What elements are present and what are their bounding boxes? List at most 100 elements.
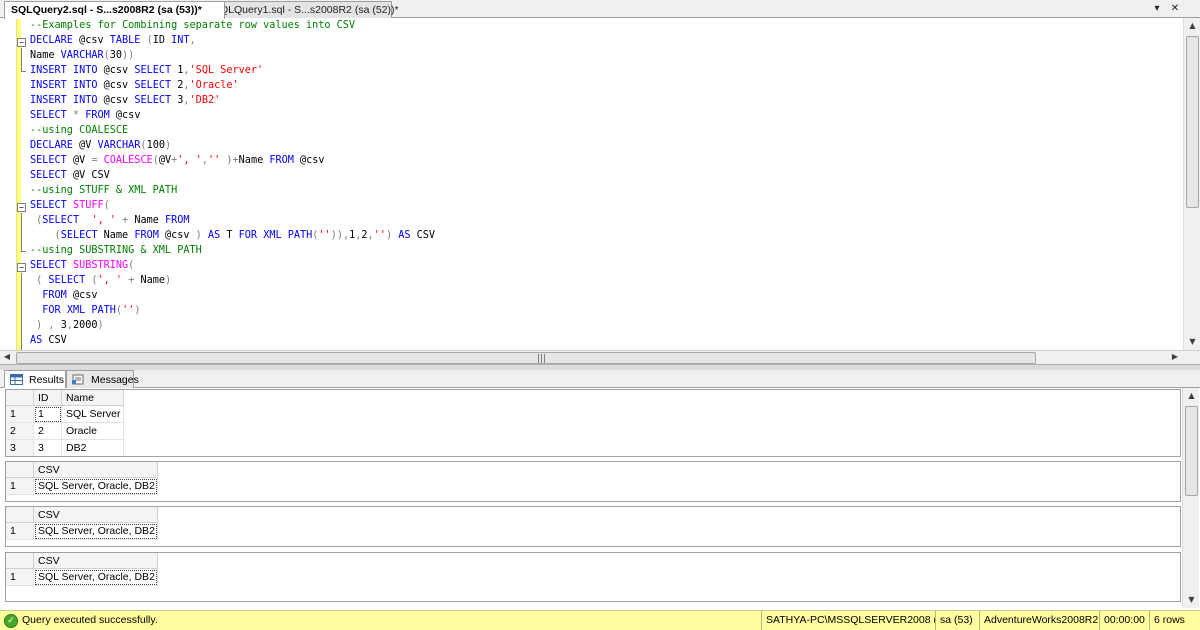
- close-tab-icon[interactable]: ✕: [1168, 2, 1182, 16]
- code-token: 2000: [72, 320, 98, 331]
- code-token: --Examples for Combining separate row va…: [30, 20, 356, 31]
- cell-name[interactable]: DB2: [62, 440, 124, 456]
- code-line[interactable]: DECLARE @V VARCHAR(100): [30, 138, 1180, 153]
- code-line[interactable]: INSERT INTO @csv SELECT 2,'Oracle': [30, 78, 1180, 93]
- code-line[interactable]: --using COALESCE: [30, 123, 1180, 138]
- code-line[interactable]: --Examples for Combining separate row va…: [30, 18, 1180, 33]
- row-number[interactable]: 1: [6, 406, 34, 423]
- code-token: Name: [238, 155, 270, 166]
- code-token: AS: [207, 230, 221, 241]
- code-line[interactable]: FOR XML PATH(''): [30, 303, 1180, 318]
- messages-icon: [72, 374, 84, 385]
- results-grid-icon: [10, 374, 23, 385]
- tab-sqlquery2[interactable]: SQLQuery2.sql - S...s2008R2 (sa (53))*: [4, 1, 225, 19]
- row-number[interactable]: 3: [6, 440, 34, 456]
- code-token: ): [134, 305, 141, 316]
- row-number[interactable]: 1: [6, 569, 34, 586]
- code-line[interactable]: SELECT @V = COALESCE(@V+', ','' )+Name F…: [30, 153, 1180, 168]
- scroll-right-icon[interactable]: ▶: [1168, 350, 1182, 364]
- results-grid-2[interactable]: CSV 1 SQL Server, Oracle, DB2: [5, 461, 1181, 502]
- code-line[interactable]: Name VARCHAR(30)): [30, 48, 1180, 63]
- code-line[interactable]: ) , 3,2000): [30, 318, 1180, 333]
- code-line[interactable]: AS CSV: [30, 333, 1180, 348]
- scroll-down-icon[interactable]: ▼: [1183, 592, 1200, 608]
- cell-name[interactable]: SQL Server: [62, 406, 124, 423]
- scroll-down-icon[interactable]: ▼: [1184, 334, 1200, 350]
- cell-csv[interactable]: SQL Server, Oracle, DB2: [34, 478, 158, 495]
- code-token: @V: [158, 155, 172, 166]
- code-line[interactable]: DECLARE @csv TABLE (ID INT,: [30, 33, 1180, 48]
- column-header-id[interactable]: ID: [34, 390, 62, 406]
- results-vertical-scrollbar[interactable]: ▲ ▼: [1182, 388, 1199, 608]
- code-line[interactable]: ( SELECT (', ' + Name): [30, 273, 1180, 288]
- collapse-icon[interactable]: −: [17, 38, 26, 47]
- code-token: ): [164, 140, 172, 151]
- results-grid-1[interactable]: ID Name 1 1 SQL Server 2 2 Oracle 3 3 DB…: [5, 389, 1181, 457]
- code-line[interactable]: INSERT INTO @csv SELECT 1,'SQL Server': [30, 63, 1180, 78]
- cell-id[interactable]: 1: [34, 406, 62, 423]
- code-line[interactable]: --using SUBSTRING & XML PATH: [30, 243, 1180, 258]
- grid-corner: [6, 462, 34, 478]
- code-line[interactable]: SELECT STUFF(: [30, 198, 1180, 213]
- tab-sqlquery2-label: SQLQuery2.sql - S...s2008R2 (sa (53))*: [11, 4, 202, 16]
- cell-id[interactable]: 2: [34, 423, 62, 440]
- code-token: Name: [134, 275, 166, 286]
- code-token: Name: [97, 230, 135, 241]
- scroll-left-icon[interactable]: ◀: [0, 350, 14, 364]
- results-grid-3[interactable]: CSV 1 SQL Server, Oracle, DB2: [5, 506, 1181, 547]
- row-number[interactable]: 2: [6, 423, 34, 440]
- cell-name[interactable]: Oracle: [62, 423, 124, 440]
- editor-horizontal-scroll-thumb[interactable]: |||: [16, 352, 1036, 364]
- fold-line: [21, 213, 22, 251]
- code-token: ): [97, 320, 104, 331]
- code-token: ,: [189, 35, 196, 46]
- code-token: 3: [171, 95, 184, 106]
- editor-vertical-scrollbar[interactable]: ▲ ▼: [1183, 18, 1200, 350]
- code-token: T: [220, 230, 239, 241]
- code-token: @csv: [97, 95, 135, 106]
- code-line[interactable]: --using STUFF & XML PATH: [30, 183, 1180, 198]
- query-editor[interactable]: − − − --Examples for Combining separate …: [0, 18, 1200, 350]
- editor-vertical-scroll-thumb[interactable]: [1186, 36, 1199, 208]
- code-line[interactable]: FROM @csv: [30, 288, 1180, 303]
- tab-messages[interactable]: Messages: [66, 370, 139, 388]
- column-header-csv[interactable]: CSV: [34, 462, 158, 478]
- code-token: ): [220, 155, 233, 166]
- code-token: INTO: [72, 65, 98, 76]
- collapse-icon[interactable]: −: [17, 203, 26, 212]
- scroll-up-icon[interactable]: ▲: [1183, 388, 1200, 404]
- code-line[interactable]: (SELECT Name FROM @csv ) AS T FOR XML PA…: [30, 228, 1180, 243]
- tab-results[interactable]: Results: [4, 370, 66, 388]
- column-header-csv[interactable]: CSV: [34, 507, 158, 523]
- cell-csv[interactable]: SQL Server, Oracle, DB2: [34, 523, 158, 540]
- grid-corner: [6, 390, 34, 406]
- cell-id[interactable]: 3: [34, 440, 62, 456]
- cell-csv[interactable]: SQL Server, Oracle, DB2: [34, 569, 158, 586]
- code-token: '': [373, 230, 386, 241]
- code-token: VARCHAR: [97, 140, 141, 151]
- code-line[interactable]: SELECT @V CSV: [30, 168, 1180, 183]
- code-token: @csv: [109, 110, 141, 121]
- row-number[interactable]: 1: [6, 478, 34, 495]
- code-line[interactable]: SELECT SUBSTRING(: [30, 258, 1180, 273]
- code-token: FROM: [269, 155, 294, 166]
- editor-horizontal-scrollbar[interactable]: ◀ ||| ▶: [0, 350, 1200, 364]
- code-line[interactable]: (SELECT ', ' + Name FROM: [30, 213, 1180, 228]
- column-header-name[interactable]: Name: [62, 390, 124, 406]
- tab-sqlquery1[interactable]: SQLQuery1.sql - S...s2008R2 (sa (52))*: [204, 1, 399, 18]
- code-token: SELECT: [30, 170, 67, 181]
- code-line[interactable]: INSERT INTO @csv SELECT 3,'DB2': [30, 93, 1180, 108]
- code-line[interactable]: SELECT * FROM @csv: [30, 108, 1180, 123]
- column-header-csv[interactable]: CSV: [34, 553, 158, 569]
- scroll-up-icon[interactable]: ▲: [1184, 18, 1200, 34]
- collapse-icon[interactable]: −: [17, 263, 26, 272]
- code-token: SELECT: [134, 95, 172, 106]
- code-token: SELECT: [42, 215, 80, 226]
- results-grid-4[interactable]: CSV 1 SQL Server, Oracle, DB2: [5, 552, 1181, 602]
- row-number[interactable]: 1: [6, 523, 34, 540]
- tab-dropdown-icon[interactable]: ▾: [1150, 2, 1164, 16]
- results-scroll-thumb[interactable]: [1185, 406, 1198, 496]
- code-token: SELECT: [134, 65, 172, 76]
- code-lines[interactable]: --Examples for Combining separate row va…: [30, 18, 1180, 348]
